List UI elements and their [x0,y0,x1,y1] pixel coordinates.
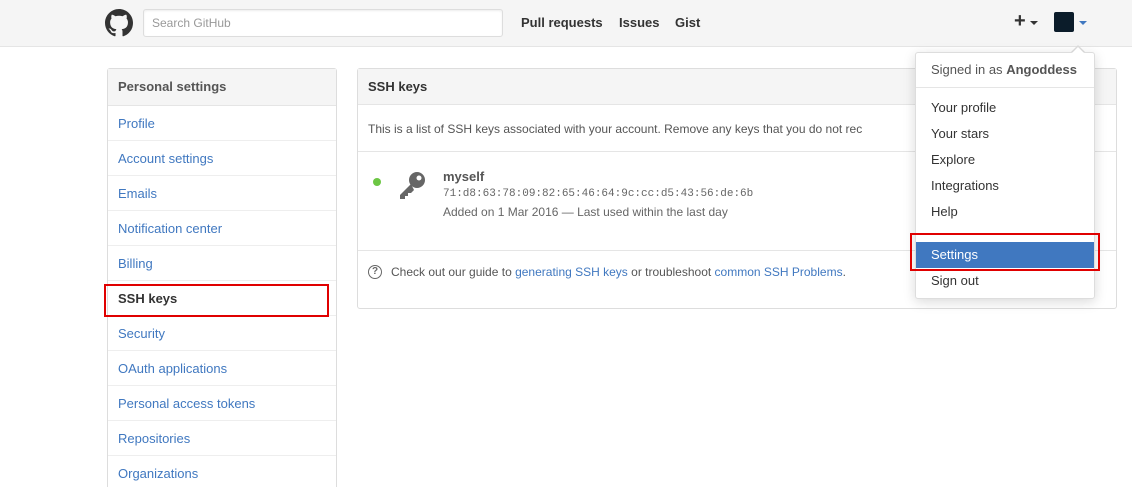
generating-ssh-keys-link[interactable]: generating SSH keys [515,265,628,279]
sidebar-item-repositories[interactable]: Repositories [108,421,336,456]
help-prefix: Check out our guide to [391,265,516,279]
menu-item-your-stars[interactable]: Your stars [916,121,1094,147]
nav-gist[interactable]: Gist [675,15,700,30]
menu-item-explore[interactable]: Explore [916,147,1094,173]
help-middle: or troubleshoot [627,265,715,279]
key-title: myself [443,169,485,184]
menu-item-help[interactable]: Help [916,199,1094,225]
signed-in-label: Signed in as Angoddess [931,62,1077,77]
top-header: Pull requests Issues Gist + [0,0,1132,47]
help-suffix: . [842,265,846,279]
sidebar-item-billing[interactable]: Billing [108,246,336,281]
sidebar-item-notification-center[interactable]: Notification center [108,211,336,246]
sidebar-item-profile[interactable]: Profile [108,106,336,141]
sidebar-item-emails[interactable]: Emails [108,176,336,211]
sidebar-item-oauth-applications[interactable]: OAuth applications [108,351,336,386]
key-added-info: Added on 1 Mar 2016 — Last used within t… [443,205,728,219]
avatar-caret-icon[interactable] [1079,21,1087,25]
settings-highlight [910,233,1100,271]
key-fingerprint: 71:d8:63:78:09:82:65:46:64:9c:cc:d5:43:5… [443,188,754,200]
divider [916,87,1094,88]
dropdown-arrow-inner [1072,47,1084,53]
question-icon: ? [368,265,382,279]
ssh-keys-highlight [104,284,329,317]
sidebar-item-organizations[interactable]: Organizations [108,456,336,487]
nav-pull-requests[interactable]: Pull requests [521,15,603,30]
help-text: Check out our guide to generating SSH ke… [391,265,846,279]
menu-item-integrations[interactable]: Integrations [916,173,1094,199]
common-ssh-problems-link[interactable]: common SSH Problems [715,265,843,279]
plus-icon[interactable]: + [1014,10,1026,32]
avatar[interactable] [1054,12,1074,32]
signed-in-prefix: Signed in as [931,62,1003,77]
sidebar-item-security[interactable]: Security [108,316,336,351]
nav-issues[interactable]: Issues [619,15,659,30]
menu-item-your-profile[interactable]: Your profile [916,95,1094,121]
ssh-keys-description: This is a list of SSH keys associated wi… [368,122,863,136]
sidebar-title: Personal settings [108,69,336,106]
search-input[interactable] [143,9,503,37]
plus-caret-icon[interactable] [1030,21,1038,25]
signed-in-username: Angoddess [1006,62,1077,77]
key-icon [400,172,425,199]
sidebar-item-personal-access-tokens[interactable]: Personal access tokens [108,386,336,421]
key-status-dot [373,178,381,186]
settings-sidebar: Personal settings Profile Account settin… [107,68,337,487]
sidebar-item-account-settings[interactable]: Account settings [108,141,336,176]
menu-item-sign-out[interactable]: Sign out [916,268,1094,294]
github-logo-icon[interactable] [105,9,133,37]
